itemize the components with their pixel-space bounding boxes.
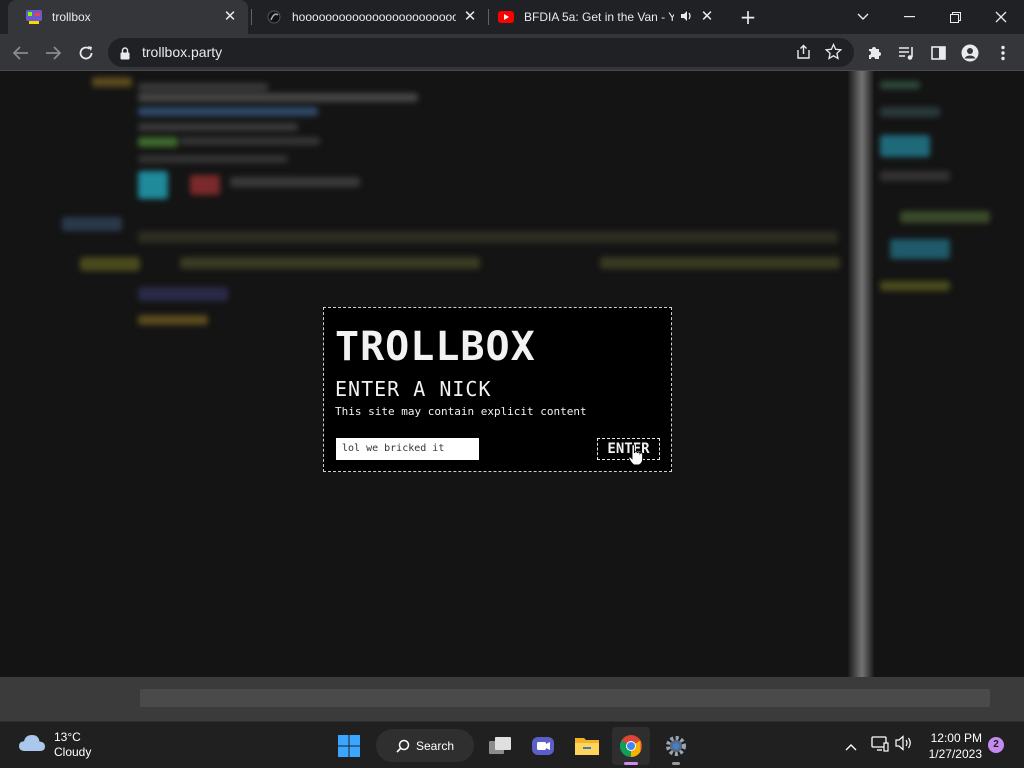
tab-close-icon[interactable]: ✕ — [222, 9, 238, 25]
tab-title: hoooooooooooooooooooooooooooooo — [292, 10, 456, 24]
search-icon — [396, 739, 410, 753]
trollbox-favicon-icon — [26, 9, 42, 25]
page-divider — [848, 71, 874, 681]
tab-title: BFDIA 5a: Get in the Van - YouTube — [524, 10, 674, 24]
minimize-icon[interactable] — [886, 0, 932, 34]
volume-icon[interactable] — [895, 735, 913, 755]
start-icon[interactable] — [330, 727, 368, 765]
forward-icon[interactable] — [40, 40, 66, 66]
profile-icon[interactable] — [957, 40, 983, 66]
chrome-icon[interactable] — [612, 727, 650, 765]
close-window-icon[interactable] — [978, 0, 1024, 34]
notification-badge[interactable]: 2 — [988, 737, 1004, 753]
dialog-heading: ENTER A NICK — [335, 377, 492, 401]
weather-condition: Cloudy — [54, 745, 92, 759]
tab-hooo[interactable]: hoooooooooooooooooooooooooooooo ✕ — [248, 0, 488, 34]
weather-widget[interactable]: 13°C Cloudy — [18, 730, 91, 760]
file-explorer-icon[interactable] — [568, 727, 606, 765]
dialog-brand-title: TROLLBOX — [335, 324, 536, 370]
clock-time: 12:00 PM — [930, 731, 982, 745]
lock-icon[interactable] — [120, 45, 130, 64]
content-warning: This site may contain explicit content — [335, 405, 587, 418]
taskbar: 13°C Cloudy Search 12:00 PM 1/27/2023 2 — [0, 721, 1024, 768]
tab-search-chevron-icon[interactable] — [840, 0, 886, 34]
hand-cursor-icon — [628, 444, 644, 470]
weather-temp: 13°C — [54, 730, 81, 744]
cloud-icon — [18, 733, 46, 757]
new-tab-icon[interactable]: + — [737, 7, 759, 29]
show-hidden-icons-chevron-icon[interactable] — [845, 736, 857, 755]
browser-toolbar: trollbox.party — [0, 34, 1024, 71]
tab-youtube[interactable]: BFDIA 5a: Get in the Van - YouTube ✕ — [480, 0, 728, 34]
tab-title: trollbox — [52, 10, 91, 24]
page-viewport: TROLLBOX ENTER A NICK This site may cont… — [0, 71, 1024, 721]
taskbar-search[interactable]: Search — [376, 729, 474, 762]
side-panel-icon[interactable] — [925, 40, 951, 66]
address-bar[interactable]: trollbox.party — [108, 38, 854, 67]
url-text[interactable]: trollbox.party — [142, 44, 222, 60]
share-icon[interactable] — [795, 44, 812, 64]
system-clock[interactable]: 12:00 PM 1/27/2023 — [920, 730, 982, 762]
media-control-icon[interactable] — [893, 40, 919, 66]
tab-trollbox[interactable]: trollbox ✕ — [8, 0, 248, 34]
hooo-favicon-icon — [266, 9, 282, 25]
tab-strip: trollbox ✕ hoooooooooooooooooooooooooooo… — [0, 0, 1024, 34]
restore-icon[interactable] — [932, 0, 978, 34]
nick-input[interactable] — [336, 438, 479, 460]
settings-icon[interactable] — [657, 727, 695, 765]
scrollbar-thumb[interactable] — [140, 689, 990, 707]
menu-kebab-icon[interactable] — [990, 40, 1016, 66]
meet-icon[interactable] — [524, 727, 562, 765]
back-icon[interactable] — [8, 40, 34, 66]
youtube-favicon-icon — [498, 9, 514, 25]
task-view-icon[interactable] — [481, 727, 519, 765]
tab-close-icon[interactable]: ✕ — [462, 9, 478, 25]
bookmark-star-icon[interactable] — [824, 42, 843, 64]
tab-close-icon[interactable]: ✕ — [699, 9, 715, 25]
screen: trollbox ✕ hoooooooooooooooooooooooooooo… — [0, 0, 1024, 768]
horizontal-scrollbar[interactable] — [0, 677, 1024, 721]
reload-icon[interactable] — [73, 40, 99, 66]
extensions-icon[interactable] — [861, 40, 887, 66]
nick-dialog: TROLLBOX ENTER A NICK This site may cont… — [323, 307, 672, 472]
speaker-icon[interactable] — [680, 10, 693, 25]
search-label: Search — [416, 738, 455, 753]
clock-date: 1/27/2023 — [928, 747, 982, 761]
network-icon[interactable] — [871, 735, 889, 757]
